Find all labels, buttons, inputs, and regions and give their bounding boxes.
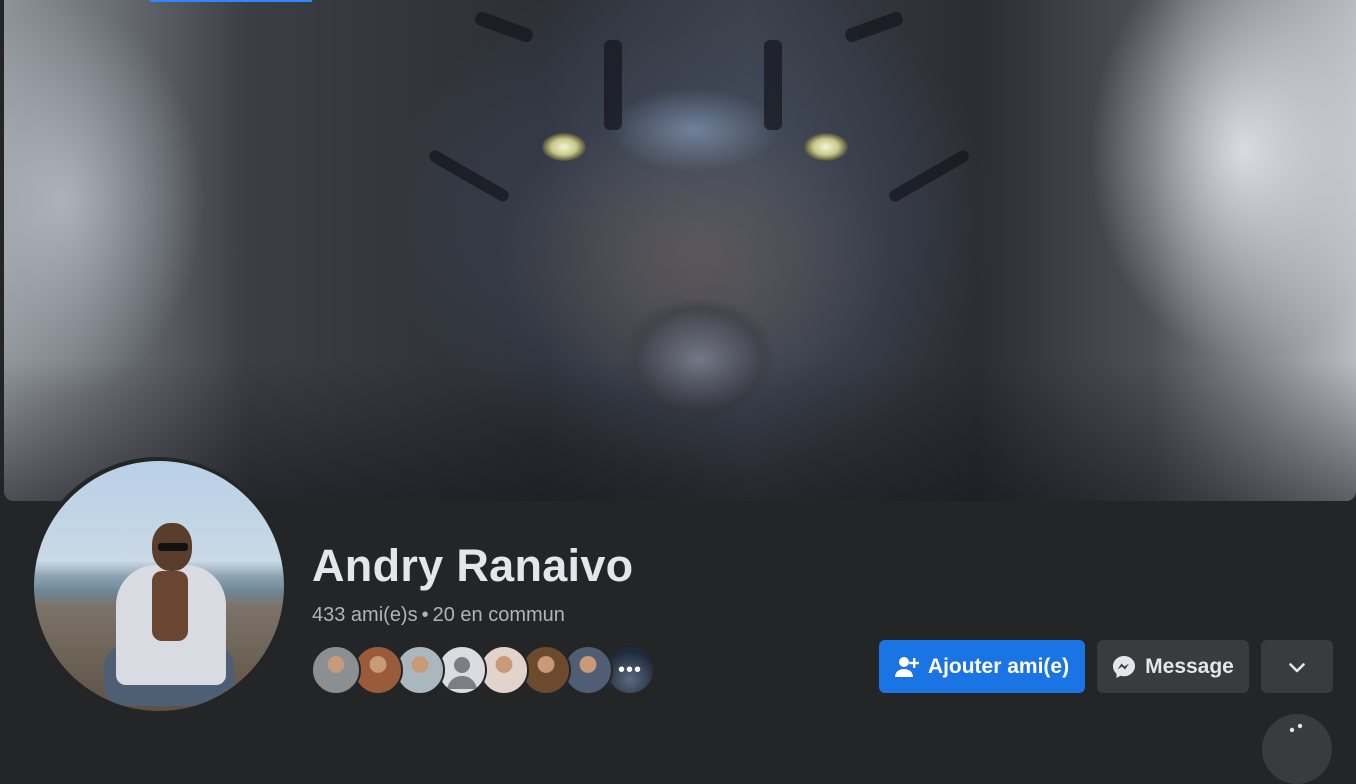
cover-detail	[473, 10, 535, 44]
cover-detail	[804, 133, 848, 161]
message-button[interactable]: Message	[1097, 640, 1249, 693]
more-options-button[interactable]	[1261, 640, 1333, 693]
more-dots-icon: •••	[617, 658, 642, 681]
cover-detail	[764, 40, 782, 130]
cover-detail	[604, 40, 622, 130]
chevron-down-icon	[1289, 655, 1305, 679]
profile-picture[interactable]	[34, 461, 284, 711]
cover-detail	[542, 133, 586, 161]
add-friend-label: Ajouter ami(e)	[927, 654, 1070, 678]
cover-detail	[843, 10, 905, 44]
message-label: Message	[1145, 654, 1234, 678]
friend-count-link[interactable]: 433 ami(e)s	[312, 604, 418, 626]
more-icon	[1288, 720, 1308, 745]
cover-detail	[427, 148, 511, 204]
edit-button-partial[interactable]	[1262, 714, 1332, 784]
avatar-detail	[152, 571, 188, 641]
avatar-detail	[158, 543, 188, 551]
active-tab-indicator	[150, 0, 312, 2]
mutual-friends-link[interactable]: 20 en commun	[433, 604, 565, 626]
profile-name: Andry Ranaivo	[312, 540, 634, 591]
friend-avatar[interactable]	[311, 645, 361, 695]
friends-summary: 433 ami(e)s • 20 en commun	[312, 604, 565, 627]
add-friend-button[interactable]: Ajouter ami(e)	[879, 640, 1085, 693]
cover-photo[interactable]	[4, 0, 1356, 501]
add-user-icon	[894, 656, 919, 678]
messenger-icon	[1112, 655, 1136, 679]
cover-detail	[887, 148, 971, 204]
person-icon	[447, 657, 477, 689]
separator: •	[421, 604, 429, 626]
